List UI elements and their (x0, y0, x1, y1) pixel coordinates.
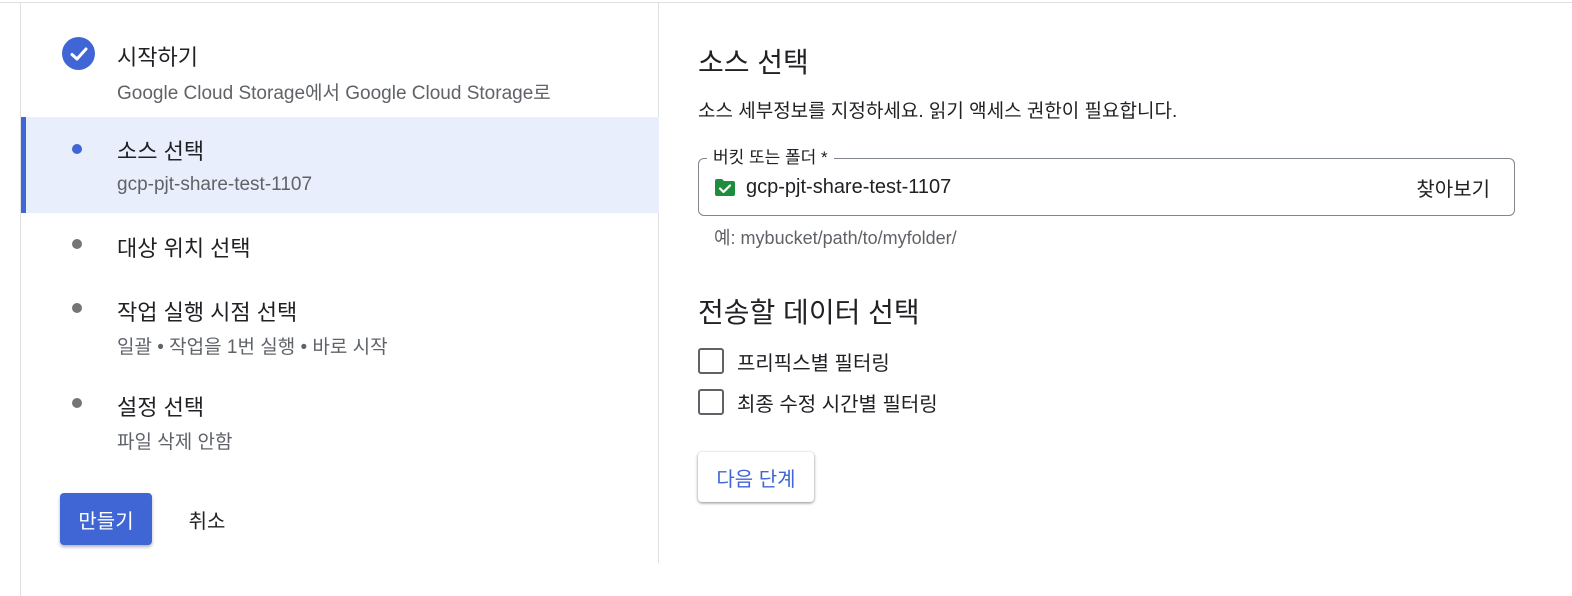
source-form: 소스 선택 소스 세부정보를 지정하세요. 읽기 액세스 권한이 필요합니다. … (660, 3, 1572, 596)
section-description: 소스 세부정보를 지정하세요. 읽기 액세스 권한이 필요합니다. (698, 101, 1178, 122)
filter-by-prefix-option[interactable]: 프리픽스별 필터링 (698, 346, 890, 376)
field-hint: 예: mybucket/path/to/myfolder/ (714, 228, 957, 248)
active-step-indicator (21, 117, 26, 213)
filter-by-modified-time-checkbox[interactable] (698, 389, 724, 415)
create-button[interactable]: 만들기 (60, 493, 152, 545)
bucket-input[interactable]: gcp-pjt-share-test-1107 (746, 176, 951, 199)
step-title: 소스 선택 (117, 139, 205, 164)
step-dot-icon (72, 144, 82, 154)
next-step-button[interactable]: 다음 단계 (698, 452, 814, 502)
filter-by-prefix-checkbox[interactable] (698, 348, 724, 374)
stepper: 시작하기 Google Cloud Storage에서 Google Cloud… (21, 3, 659, 563)
step-title: 대상 위치 선택 (117, 236, 251, 261)
step-title: 시작하기 (117, 45, 198, 70)
section-title: 소스 선택 (698, 47, 809, 78)
step-choose-source[interactable]: 소스 선택 gcp-pjt-share-test-1107 (21, 117, 659, 213)
step-dot-icon (72, 303, 82, 313)
filter-by-modified-time-option[interactable]: 최종 수정 시간별 필터링 (698, 387, 938, 417)
step-title: 설정 선택 (117, 395, 205, 420)
step-subtitle: 파일 삭제 안함 (117, 432, 233, 453)
field-label: 버킷 또는 폴더 * (707, 146, 834, 170)
step-choose-schedule[interactable]: 작업 실행 시점 선택 일괄 • 작업을 1번 실행 • 바로 시작 (21, 289, 659, 369)
bucket-check-icon (714, 178, 736, 197)
step-choose-destination[interactable]: 대상 위치 선택 (21, 225, 659, 269)
step-subtitle: 일괄 • 작업을 1번 실행 • 바로 시작 (117, 337, 388, 358)
bucket-folder-field[interactable]: 버킷 또는 폴더 * gcp-pjt-share-test-1107 찾아보기 (698, 146, 1515, 216)
cancel-button[interactable]: 취소 (174, 493, 240, 545)
step-subtitle: gcp-pjt-share-test-1107 (117, 174, 313, 195)
step-dot-icon (72, 239, 82, 249)
data-section-title: 전송할 데이터 선택 (698, 297, 920, 328)
step-subtitle: Google Cloud Storage에서 Google Cloud Stor… (117, 83, 551, 104)
browse-button[interactable]: 찾아보기 (1406, 168, 1500, 206)
step-dot-icon (72, 398, 82, 408)
step-get-started[interactable]: 시작하기 Google Cloud Storage에서 Google Cloud… (21, 31, 659, 117)
check-circle-icon (62, 37, 95, 70)
step-title: 작업 실행 시점 선택 (117, 300, 298, 325)
checkbox-label: 프리픽스별 필터링 (737, 352, 890, 375)
checkbox-label: 최종 수정 시간별 필터링 (737, 393, 938, 416)
step-choose-settings[interactable]: 설정 선택 파일 삭제 안함 (21, 384, 659, 464)
